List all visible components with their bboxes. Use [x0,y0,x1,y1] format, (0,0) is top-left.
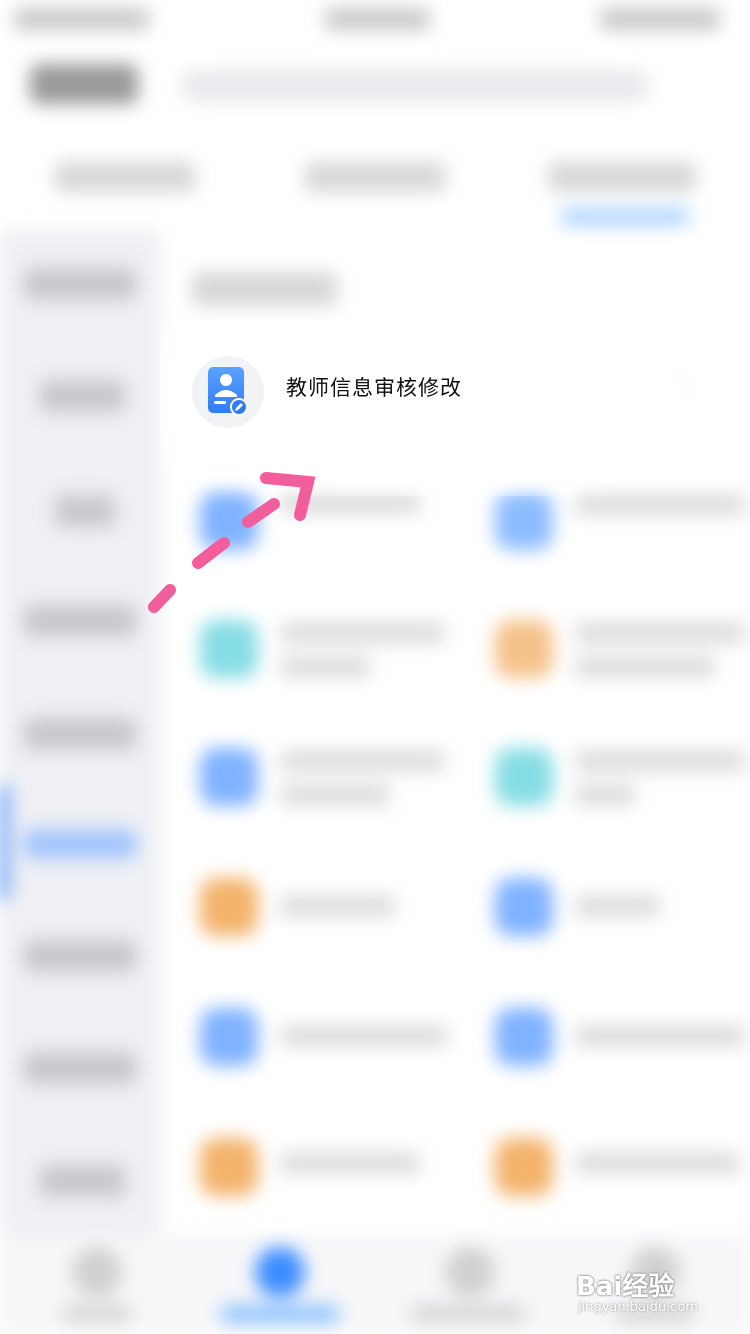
nav-icon[interactable] [445,1247,495,1297]
active-tab-indicator [560,208,690,226]
sidebar-item[interactable] [24,940,136,972]
grid-item-icon[interactable] [200,1138,258,1196]
grid-item-label [280,895,395,917]
sidebar-active-indicator [0,785,8,900]
grid-item-icon[interactable] [495,1008,553,1066]
teacher-profile-edit-icon [208,367,248,416]
grid-item-label [280,784,390,806]
sidebar-item[interactable] [24,1052,136,1084]
tab-2[interactable] [305,162,445,192]
sidebar-item[interactable] [40,1165,125,1197]
baidu-jingyan-watermark: Bai经验 [576,1272,675,1302]
arrow-dash [192,537,230,569]
grid-item-icon[interactable] [495,748,553,806]
category-tabs [0,130,750,240]
sidebar [0,230,160,1240]
grid-item-label [575,1152,740,1174]
status-bar [0,0,750,44]
arrow-dash [148,584,176,613]
grid-item-icon[interactable] [200,1008,258,1066]
status-left [14,8,149,30]
grid-item-icon[interactable] [495,492,553,550]
grid-item-label [280,1152,420,1174]
watermark-url: jingyan.baidu.com [578,1300,698,1315]
nav-icon[interactable] [72,1247,122,1297]
grid-item-label [280,750,445,772]
top-bar [0,44,750,130]
sidebar-item-active[interactable] [24,830,136,858]
grid-item-icon[interactable] [495,878,553,936]
nav-label-active [220,1305,340,1323]
nav-icon-active[interactable] [255,1247,305,1297]
sidebar-item[interactable] [24,718,136,750]
search-bar[interactable] [180,70,650,102]
grid-item-label [280,1025,448,1047]
sidebar-item[interactable] [40,380,125,412]
grid-item-label [575,750,745,772]
grid-item-label [280,622,445,644]
app-logo [30,64,138,104]
dashed-arrow-annotation [148,472,316,613]
tab-3-active[interactable] [548,162,696,192]
grid-item-label [575,622,745,644]
grid-item-icon[interactable] [200,878,258,936]
grid-item-icon[interactable] [495,620,553,678]
sidebar-item[interactable] [24,605,136,637]
grid-item-icon[interactable] [200,748,258,806]
grid-item-label [280,656,370,678]
status-center [325,8,430,30]
teacher-info-edit-label: 教师信息审核修改 [286,376,462,400]
nav-label [62,1305,132,1323]
grid-item-label [575,784,635,806]
arrow-dash [242,498,280,528]
sidebar-item[interactable] [55,495,115,527]
tab-1[interactable] [55,162,195,192]
nav-label [410,1305,525,1323]
grid-item-label [575,494,745,516]
grid-item-icon[interactable] [200,620,258,678]
status-right [600,8,720,30]
grid-item-label [575,895,660,917]
grid-item-icon[interactable] [495,1138,553,1196]
blurred-background [0,0,750,1334]
sidebar-item[interactable] [24,268,136,300]
grid-item-label [575,1025,745,1047]
grid-item-label [575,656,715,678]
section-title [192,272,337,306]
